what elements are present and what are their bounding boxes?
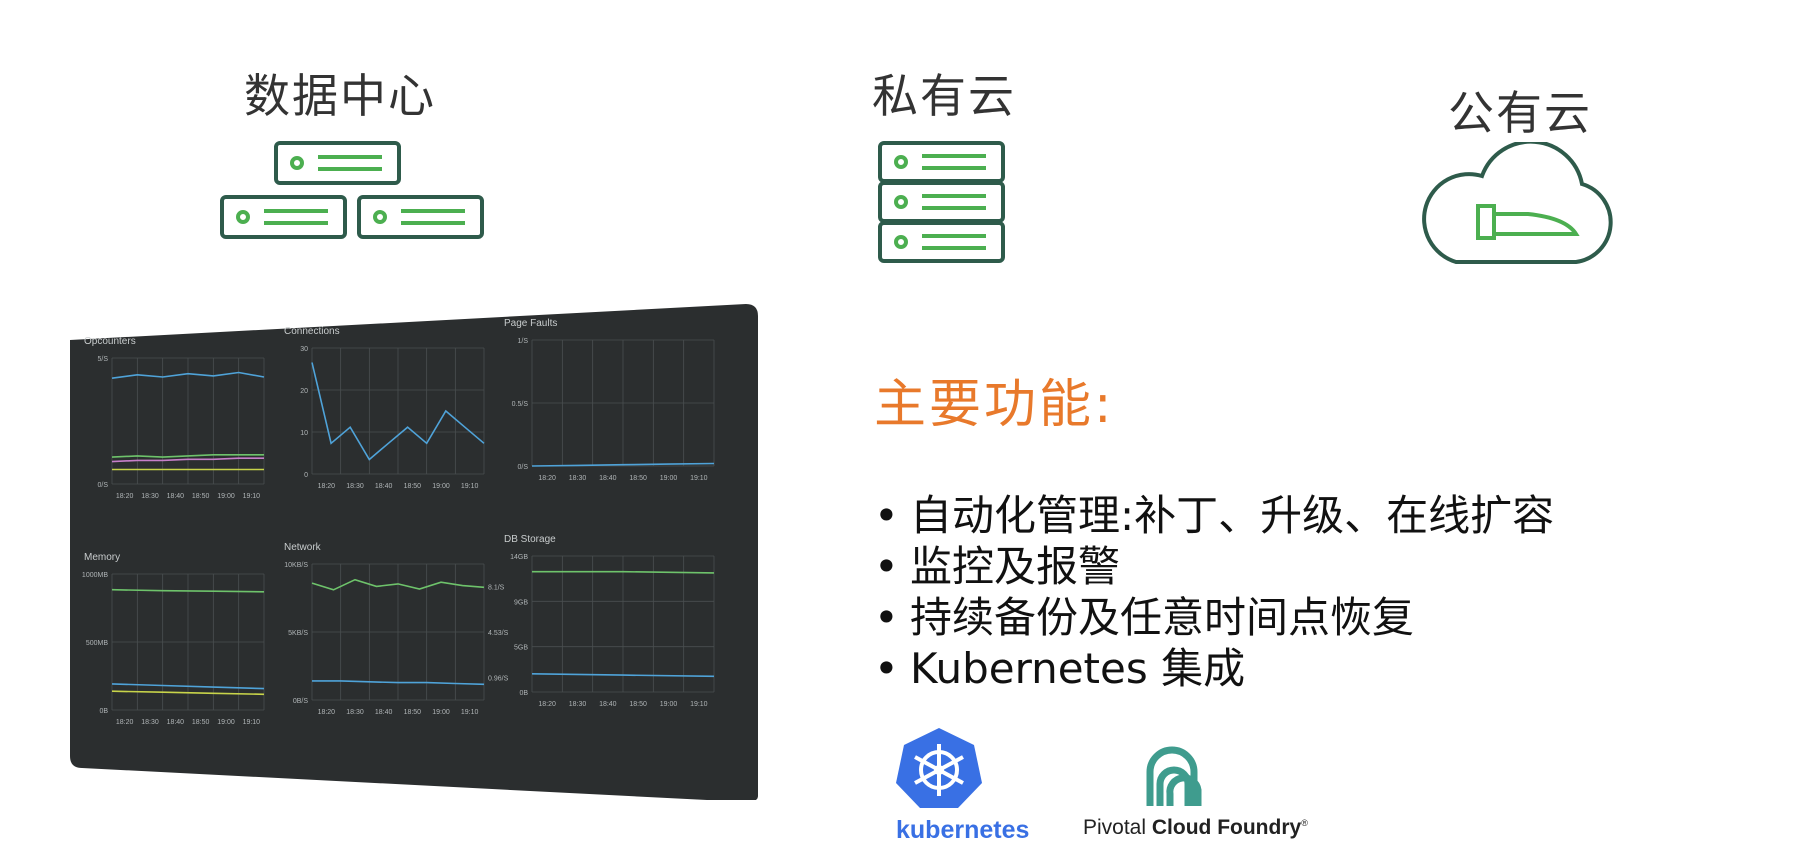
y-tick-label: 0/S (97, 482, 108, 489)
x-tick-label: 18:40 (167, 719, 185, 726)
x-tick-label: 18:30 (141, 493, 159, 500)
y-tick-label: 10KB/S (284, 562, 308, 569)
feature-item: 持续备份及任意时间点恢复 (874, 592, 1554, 643)
monitoring-dashboard: Opcounters 5/S 0/S 18:20 18:30 18:40 18:50 19:0… (70, 304, 758, 800)
x-tick-label: 19:10 (461, 483, 479, 490)
x-tick-label: 18:30 (346, 483, 364, 490)
x-tick-label: 18:40 (375, 483, 393, 490)
y-tick-label: 10 (300, 430, 308, 437)
x-tick-label: 19:00 (432, 709, 450, 716)
y-tick-label: 0B (519, 690, 528, 697)
chart-title: DB Storage (504, 534, 556, 545)
x-tick-label: 18:20 (538, 475, 556, 482)
heading-private-cloud: 私有云 (872, 69, 1016, 123)
y-tick-label: 1/S (517, 338, 528, 345)
x-tick-label: 19:10 (461, 709, 479, 716)
x-tick-label: 19:00 (217, 493, 235, 500)
pivotal-cloud-foundry-logo-icon (1146, 746, 1202, 806)
pivotal-cloud-foundry-logo-text: Pivotal Cloud Foundry® (1083, 816, 1308, 839)
x-tick-label: 18:20 (116, 493, 134, 500)
x-tick-label: 18:40 (599, 701, 617, 708)
chart-title: Network (284, 542, 322, 553)
x-tick-label: 19:10 (690, 701, 708, 708)
x-tick-label: 18:50 (404, 709, 422, 716)
y-tick-label: 0/S (517, 464, 528, 471)
x-tick-label: 18:30 (569, 475, 587, 482)
x-tick-label: 18:40 (599, 475, 617, 482)
x-tick-label: 18:40 (375, 709, 393, 716)
x-tick-label: 19:00 (660, 701, 678, 708)
y-tick-label: 500MB (86, 640, 109, 647)
feature-item: Kubernetes 集成 (874, 643, 1554, 694)
y-tick-label: 0.5/S (512, 401, 529, 408)
y-tick-label: 1000MB (82, 572, 108, 579)
cloud-leaf-icon (1422, 142, 1613, 264)
features-title: 主要功能: (874, 375, 1115, 435)
x-tick-label: 18:30 (569, 701, 587, 708)
x-tick-label: 18:40 (167, 493, 185, 500)
y-tick-label: 5KB/S (288, 630, 308, 637)
server-rack-icon (878, 141, 1005, 263)
x-tick-label: 18:50 (192, 719, 210, 726)
chart-title: Connections (284, 326, 340, 337)
chart-title: Memory (84, 552, 120, 563)
x-tick-label: 19:10 (243, 719, 261, 726)
x-tick-label: 18:30 (141, 719, 159, 726)
x-tick-label: 19:00 (660, 475, 678, 482)
feature-item: 自动化管理:补丁、升级、在线扩容 (874, 490, 1554, 541)
kubernetes-logo-text: kubernetes (896, 816, 1030, 844)
x-tick-label: 19:10 (243, 493, 261, 500)
heading-datacenter: 数据中心 (244, 69, 436, 123)
heading-public-cloud: 公有云 (1448, 86, 1592, 140)
y-tick-label: 0B/S (293, 698, 309, 705)
y-tick-label: 14GB (510, 554, 528, 561)
x-tick-label: 18:20 (538, 701, 556, 708)
y-tick-label: 0B (99, 708, 108, 715)
feature-item: 监控及报警 (874, 541, 1554, 592)
x-tick-label: 19:10 (690, 475, 708, 482)
y-tick-label: 9GB (514, 599, 528, 606)
y2-tick-label: 4.53/S (488, 630, 509, 637)
x-tick-label: 19:00 (432, 483, 450, 490)
x-tick-label: 19:00 (217, 719, 235, 726)
x-tick-label: 18:50 (629, 475, 647, 482)
x-tick-label: 18:20 (318, 483, 336, 490)
x-tick-label: 18:20 (116, 719, 134, 726)
x-tick-label: 18:30 (346, 709, 364, 716)
kubernetes-logo-icon (896, 728, 982, 808)
y-tick-label: 0 (304, 472, 308, 479)
server-stack-icon (220, 141, 484, 239)
y2-tick-label: 8.1/S (488, 585, 505, 592)
y-tick-label: 20 (300, 388, 308, 395)
x-tick-label: 18:20 (318, 709, 336, 716)
y-tick-label: 30 (300, 346, 308, 353)
y-tick-label: 5GB (514, 645, 528, 652)
chart-title: Opcounters (84, 336, 136, 347)
y2-tick-label: 0.96/S (488, 675, 509, 682)
y-tick-label: 5/S (97, 356, 108, 363)
chart-title: Page Faults (504, 318, 557, 329)
x-tick-label: 18:50 (404, 483, 422, 490)
features-list: 自动化管理:补丁、升级、在线扩容 监控及报警 持续备份及任意时间点恢复 Kube… (874, 490, 1554, 694)
x-tick-label: 18:50 (629, 701, 647, 708)
x-tick-label: 18:50 (192, 493, 210, 500)
